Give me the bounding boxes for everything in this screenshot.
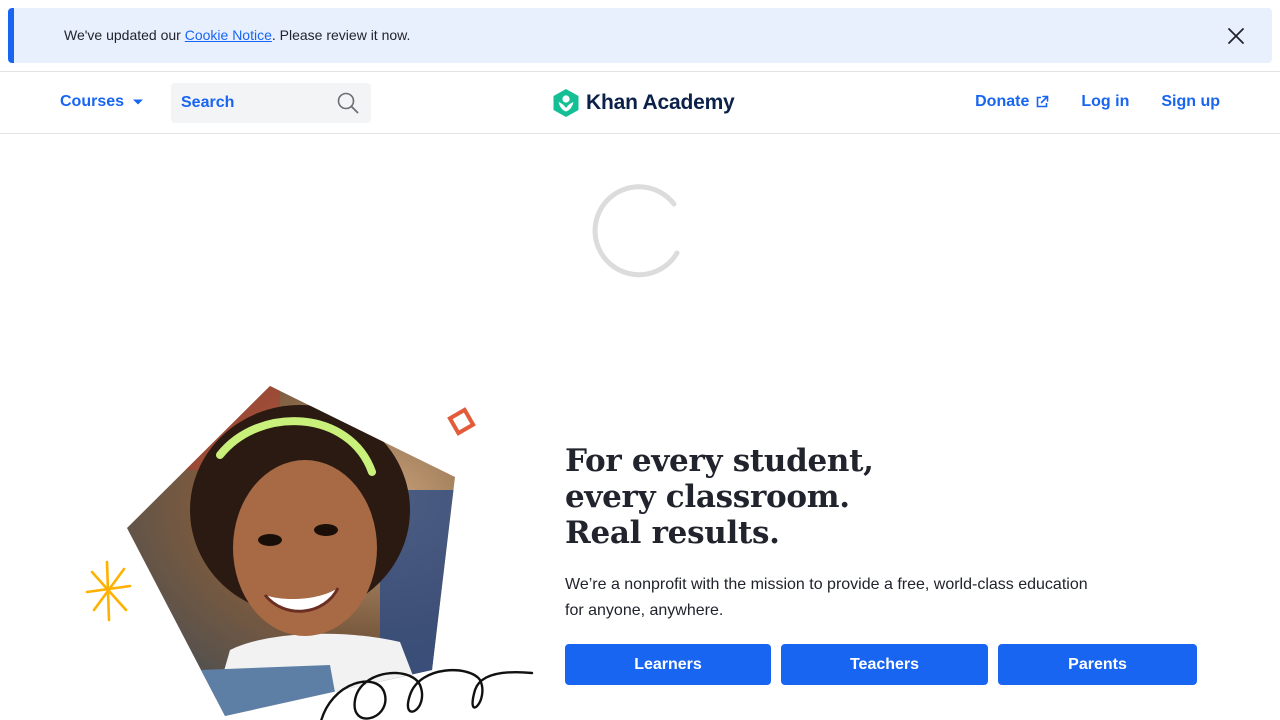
courses-menu-button[interactable]: Courses (60, 93, 144, 111)
external-link-icon (1037, 95, 1049, 108)
teachers-button[interactable]: Teachers (781, 644, 988, 685)
cookie-notice-link[interactable]: Cookie Notice (185, 27, 272, 43)
cookie-message-suffix: . Please review it now. (271, 27, 411, 43)
headline-line-3: Real results. (565, 515, 780, 551)
loading-spinner-icon (592, 184, 680, 278)
khan-hexagon-logo-icon (553, 89, 579, 117)
cookie-message-prefix: We've updated our (64, 27, 185, 43)
page: We've updated our Cookie Notice. Please … (0, 0, 1280, 720)
orange-diamond-shape (447, 407, 476, 436)
search-icon[interactable] (337, 92, 359, 114)
search-input[interactable]: Search (171, 83, 371, 123)
caret-down-icon (133, 99, 144, 105)
logo-text: Khan Academy (586, 91, 735, 114)
site-header: Courses Search Khan Academy Donate Log i… (0, 71, 1280, 134)
donate-link[interactable]: Donate (975, 93, 1049, 111)
cookie-message: We've updated our Cookie Notice. Please … (64, 27, 410, 43)
mission-statement: We’re a nonprofit with the mission to pr… (565, 576, 1088, 619)
donate-label: Donate (975, 93, 1030, 110)
audience-buttons: Learners Teachers Parents (565, 644, 1197, 685)
cookie-banner: We've updated our Cookie Notice. Please … (8, 8, 1272, 63)
close-icon[interactable] (1222, 22, 1250, 50)
login-link[interactable]: Log in (1081, 93, 1129, 111)
signup-link[interactable]: Sign up (1161, 93, 1220, 111)
learners-button[interactable]: Learners (565, 644, 771, 685)
hero-illustration (85, 386, 534, 720)
student-photo (127, 386, 455, 716)
headline-line-1: For every student, (565, 443, 874, 479)
search-label: Search (181, 94, 235, 111)
hero-headline: For every student, every classroom. Real… (565, 443, 1085, 551)
headline-line-2: every classroom. (565, 479, 850, 515)
courses-label: Courses (60, 93, 125, 110)
header-nav: Donate Log in Sign up (975, 93, 1220, 111)
yellow-starburst-shape (85, 560, 132, 622)
khan-academy-logo[interactable]: Khan Academy (552, 88, 735, 118)
parents-button[interactable]: Parents (998, 644, 1197, 685)
